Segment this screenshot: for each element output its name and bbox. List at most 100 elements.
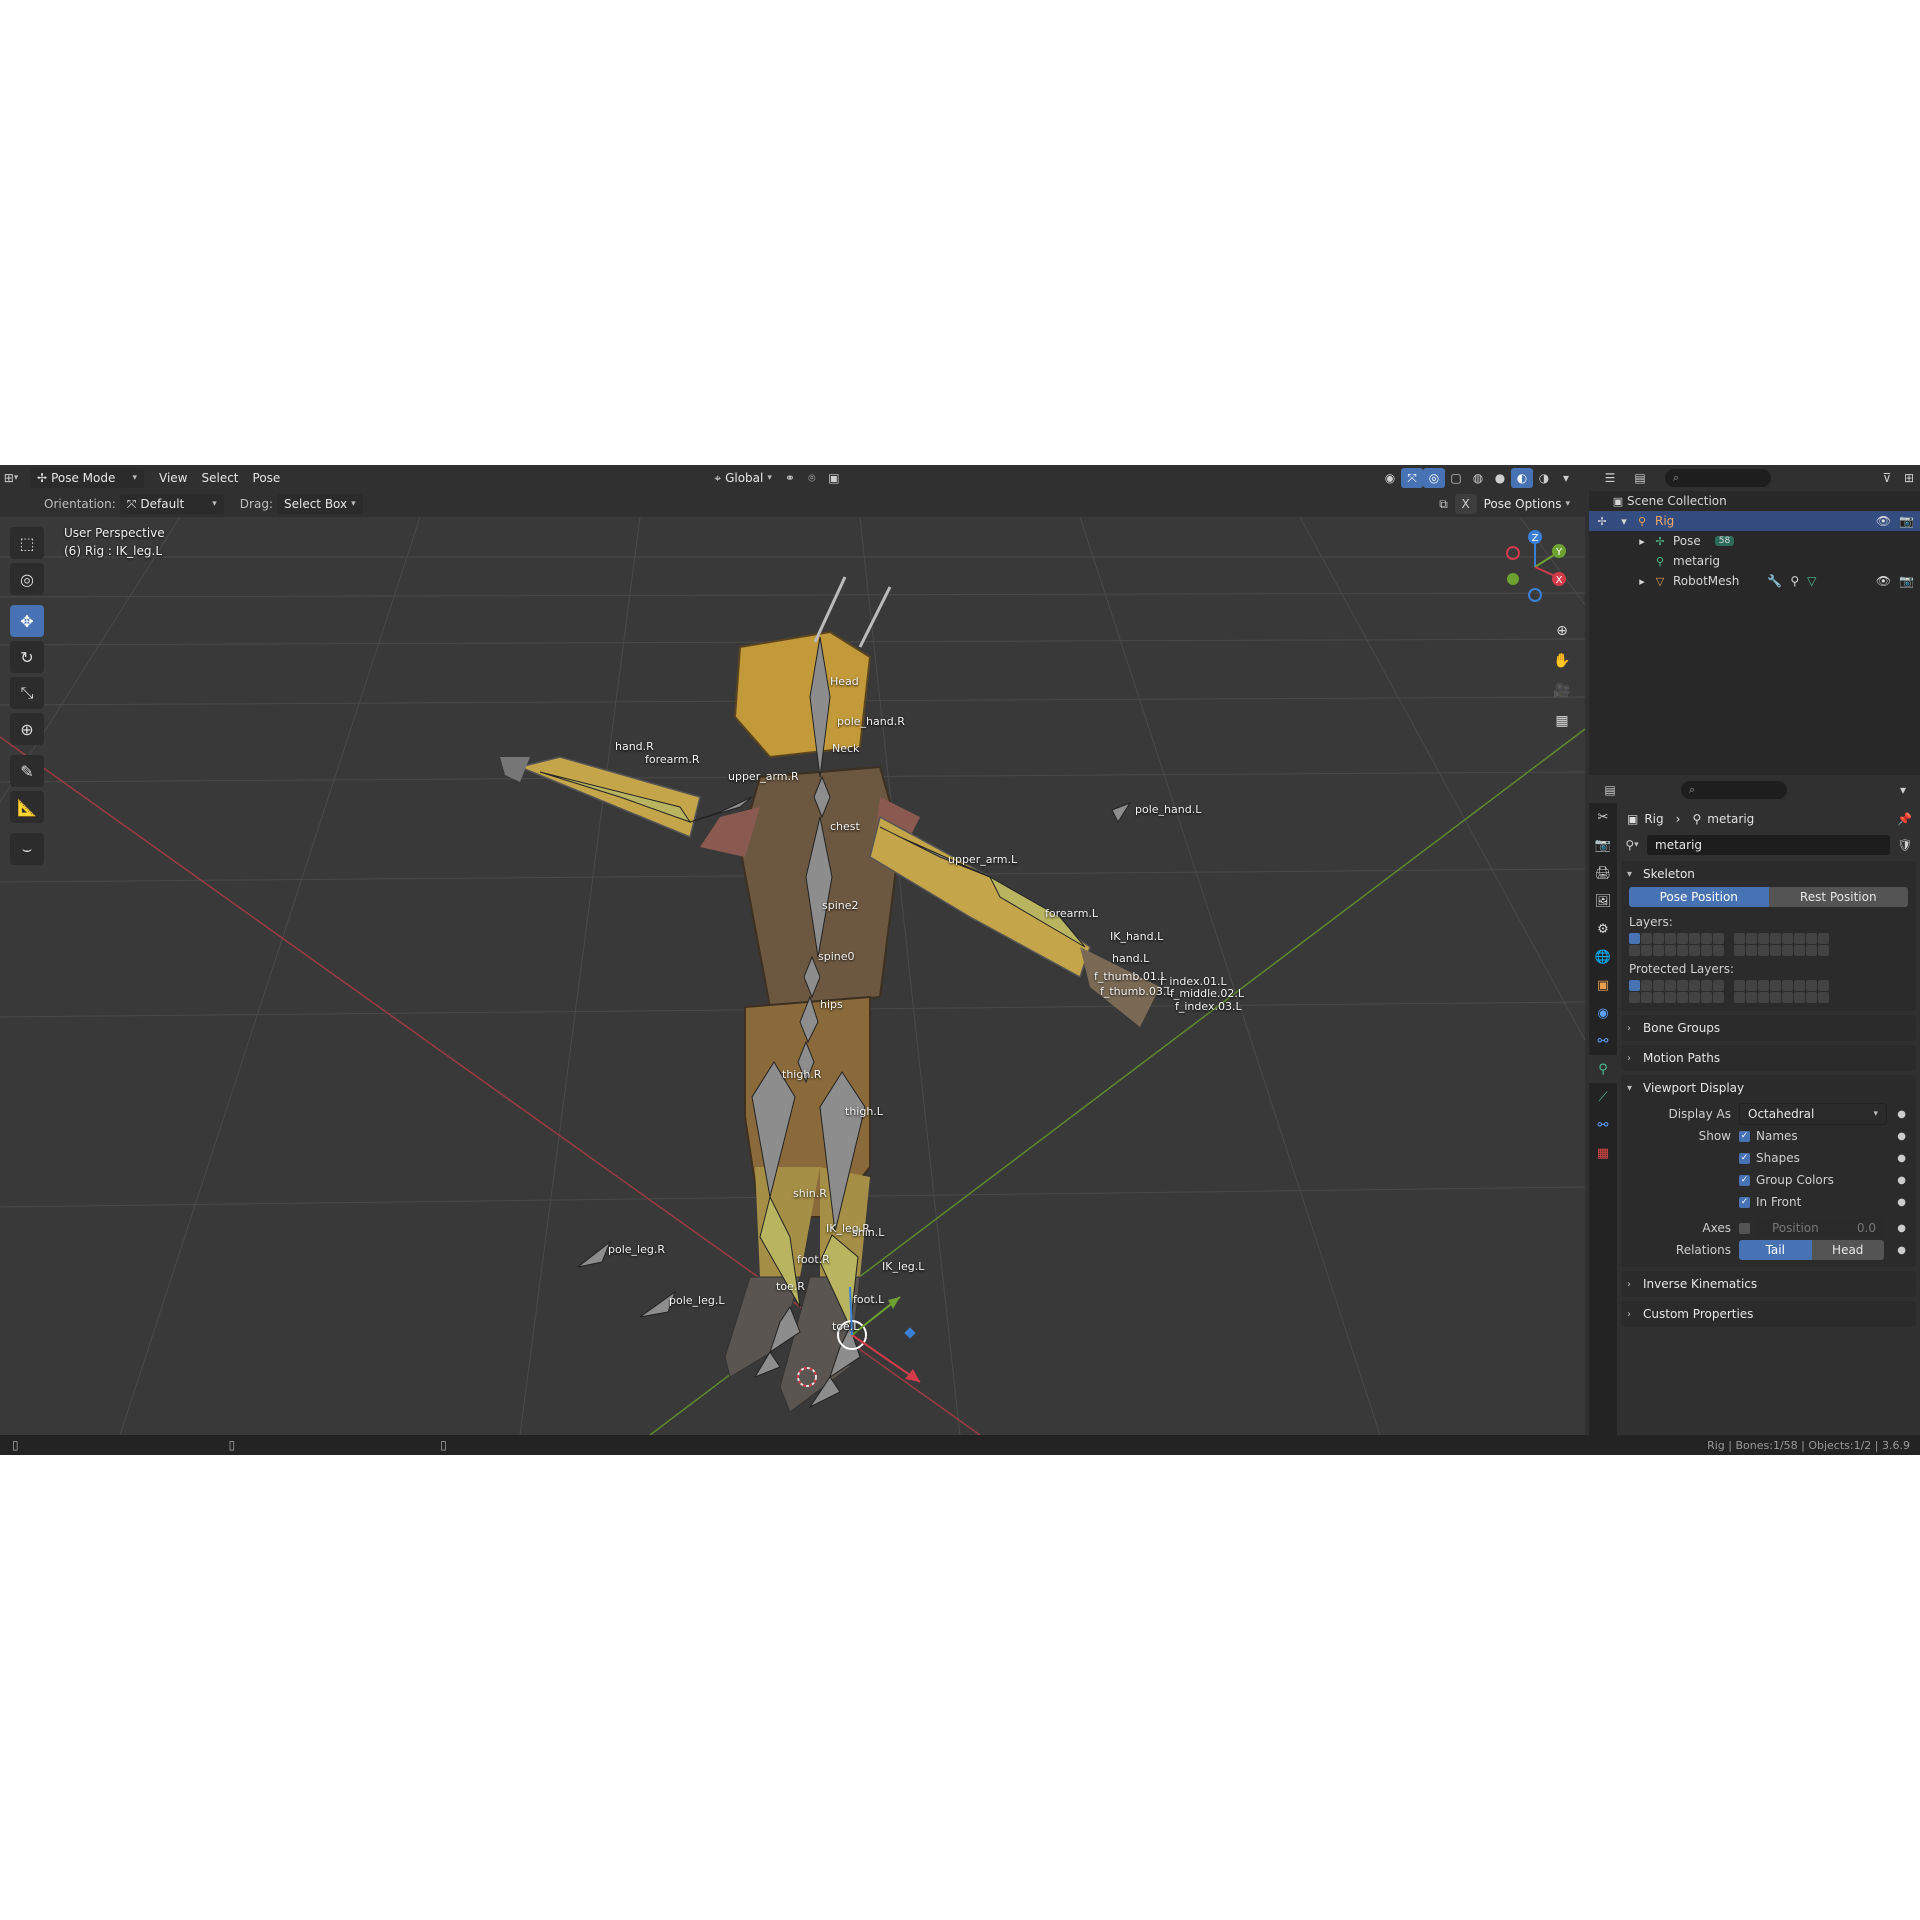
outliner-search-input[interactable]: ⌕ bbox=[1665, 469, 1771, 487]
eye-icon[interactable]: 👁 bbox=[1876, 514, 1891, 528]
layer-toggle[interactable] bbox=[1701, 945, 1712, 956]
expand-arrow-icon[interactable]: ▸ bbox=[1633, 533, 1651, 549]
drag-dropdown[interactable]: Select Box ▾ bbox=[276, 494, 363, 514]
pin-icon[interactable]: 📌 bbox=[1897, 812, 1912, 826]
layer-toggle[interactable] bbox=[1653, 980, 1664, 991]
mirror-icon[interactable]: ⧉ bbox=[1433, 494, 1455, 514]
viewport-scene[interactable] bbox=[0, 517, 1585, 1435]
texture-tab-icon[interactable]: ▦ bbox=[1589, 1139, 1617, 1167]
layer-toggle[interactable] bbox=[1794, 933, 1805, 944]
layer-toggle[interactable] bbox=[1653, 992, 1664, 1003]
layer-toggle[interactable] bbox=[1629, 992, 1640, 1003]
rest-position-button[interactable]: Rest Position bbox=[1768, 887, 1908, 907]
layer-toggle[interactable] bbox=[1713, 933, 1724, 944]
layer-toggle[interactable] bbox=[1806, 980, 1817, 991]
layer-toggle[interactable] bbox=[1734, 992, 1745, 1003]
layer-toggle[interactable] bbox=[1770, 945, 1781, 956]
layer-toggle[interactable] bbox=[1770, 980, 1781, 991]
bone-constraints-tab-icon[interactable]: ⚯ bbox=[1589, 1111, 1617, 1139]
snap-icon[interactable]: ⌾ bbox=[801, 468, 823, 488]
properties-editor-type-icon[interactable]: ▤ bbox=[1599, 780, 1621, 800]
layer-toggle[interactable] bbox=[1818, 992, 1829, 1003]
layer-toggle[interactable] bbox=[1629, 980, 1640, 991]
layer-toggle[interactable] bbox=[1665, 945, 1676, 956]
layer-toggle[interactable] bbox=[1629, 933, 1640, 944]
layer-toggle[interactable] bbox=[1653, 933, 1664, 944]
keyframe-dot-icon[interactable]: ● bbox=[1897, 1131, 1906, 1142]
outliner-row-pose[interactable]: ▸ ✢ Pose 58 bbox=[1589, 531, 1920, 551]
layer-toggle[interactable] bbox=[1746, 992, 1757, 1003]
camera-icon[interactable]: 📷 bbox=[1899, 574, 1914, 588]
armature-data-tab-icon[interactable]: ⚲ bbox=[1589, 1055, 1617, 1083]
shapes-checkbox[interactable]: ✓ bbox=[1739, 1152, 1750, 1164]
rendered-shading-icon[interactable]: ◑ bbox=[1533, 468, 1555, 488]
editor-type-icon[interactable]: ⊞ ▾ bbox=[0, 468, 22, 488]
keyframe-dot-icon[interactable]: ● bbox=[1897, 1223, 1906, 1234]
layer-toggle[interactable] bbox=[1677, 933, 1688, 944]
layer-toggle[interactable] bbox=[1653, 945, 1664, 956]
overlay-toggle-icon[interactable]: ◎ bbox=[1423, 468, 1445, 488]
layer-toggle[interactable] bbox=[1689, 980, 1700, 991]
layer-toggle[interactable] bbox=[1746, 933, 1757, 944]
scene-tab-icon[interactable]: ⚙ bbox=[1589, 915, 1617, 943]
layer-toggle[interactable] bbox=[1818, 933, 1829, 944]
keyframe-dot-icon[interactable]: ● bbox=[1897, 1245, 1906, 1256]
outliner-row-scene-collection[interactable]: ▣ Scene Collection bbox=[1589, 491, 1920, 511]
armature-modifier-icon[interactable]: ⚲ bbox=[1790, 574, 1799, 588]
rotate-tool-icon[interactable]: ↻ bbox=[10, 641, 44, 673]
mode-dropdown[interactable]: ✢ Pose Mode ▾ bbox=[30, 468, 144, 488]
measure-tool-icon[interactable]: 📐 bbox=[10, 791, 44, 823]
group-colors-checkbox[interactable]: ✓ bbox=[1739, 1174, 1750, 1186]
bone-tab-icon[interactable]: ⟋ bbox=[1589, 1083, 1617, 1111]
layer-toggle[interactable] bbox=[1746, 945, 1757, 956]
render-tab-icon[interactable]: 📷 bbox=[1589, 831, 1617, 859]
camera-view-icon[interactable]: 🎥 bbox=[1548, 677, 1576, 705]
mesh-data-icon[interactable]: ▽ bbox=[1807, 574, 1816, 588]
keyframe-dot-icon[interactable]: ● bbox=[1897, 1109, 1906, 1120]
viewport-display-header[interactable]: ▾ Viewport Display bbox=[1621, 1077, 1916, 1099]
protected-block-left[interactable] bbox=[1629, 980, 1724, 1003]
layer-toggle[interactable] bbox=[1677, 980, 1688, 991]
material-shading-icon[interactable]: ◐ bbox=[1511, 468, 1533, 488]
layer-toggle[interactable] bbox=[1734, 945, 1745, 956]
layer-toggle[interactable] bbox=[1734, 933, 1745, 944]
layer-toggle[interactable] bbox=[1746, 980, 1757, 991]
outliner-row-rig[interactable]: ✢ ▾ ⚲ Rig 👁 📷 bbox=[1589, 511, 1920, 531]
layer-toggle[interactable] bbox=[1806, 933, 1817, 944]
layer-toggle[interactable] bbox=[1818, 945, 1829, 956]
layer-toggle[interactable] bbox=[1818, 980, 1829, 991]
layer-toggle[interactable] bbox=[1758, 992, 1769, 1003]
keyframe-dot-icon[interactable]: ● bbox=[1897, 1175, 1906, 1186]
expand-arrow-icon[interactable]: ▸ bbox=[1633, 573, 1651, 589]
camera-icon[interactable]: 📷 bbox=[1899, 514, 1914, 528]
output-tab-icon[interactable]: 🖨 bbox=[1589, 859, 1617, 887]
layer-toggle[interactable] bbox=[1806, 992, 1817, 1003]
layer-toggle[interactable] bbox=[1758, 980, 1769, 991]
expand-arrow-icon[interactable]: ▾ bbox=[1615, 513, 1633, 529]
menu-pose[interactable]: Pose bbox=[246, 468, 288, 488]
x-mirror-toggle[interactable]: X bbox=[1454, 494, 1477, 514]
outliner-row-robotmesh[interactable]: ▸ ▽ RobotMesh 🔧 ⚲ ▽ 👁 📷 bbox=[1589, 571, 1920, 591]
layer-toggle[interactable] bbox=[1794, 992, 1805, 1003]
outliner-editor-type-icon[interactable]: ☰ bbox=[1599, 468, 1621, 488]
pivot-icon[interactable]: ⚭ bbox=[779, 468, 801, 488]
view-layer-tab-icon[interactable]: 🖼 bbox=[1589, 887, 1617, 915]
layer-toggle[interactable] bbox=[1713, 945, 1724, 956]
transform-orientation-dropdown[interactable]: ⌖ Global ▾ bbox=[707, 468, 779, 488]
layer-toggle[interactable] bbox=[1641, 945, 1652, 956]
new-collection-icon[interactable]: ⊞ bbox=[1898, 468, 1920, 488]
shading-options-icon[interactable]: ▾ bbox=[1555, 468, 1577, 488]
menu-view[interactable]: View bbox=[152, 468, 194, 488]
select-box-tool-icon[interactable]: ⬚ bbox=[10, 527, 44, 559]
layer-toggle[interactable] bbox=[1689, 945, 1700, 956]
perspective-grid-icon[interactable]: ▦ bbox=[1548, 707, 1576, 735]
keyframe-dot-icon[interactable]: ● bbox=[1897, 1153, 1906, 1164]
layers-grid[interactable] bbox=[1621, 933, 1916, 956]
layers-block-left[interactable] bbox=[1629, 933, 1724, 956]
layer-toggle[interactable] bbox=[1713, 980, 1724, 991]
solid-shading-icon[interactable]: ● bbox=[1489, 468, 1511, 488]
layer-toggle[interactable] bbox=[1665, 933, 1676, 944]
navigation-gizmo[interactable]: Z Y X bbox=[1495, 527, 1575, 607]
layer-toggle[interactable] bbox=[1629, 945, 1640, 956]
names-checkbox[interactable]: ✓ bbox=[1739, 1130, 1750, 1142]
